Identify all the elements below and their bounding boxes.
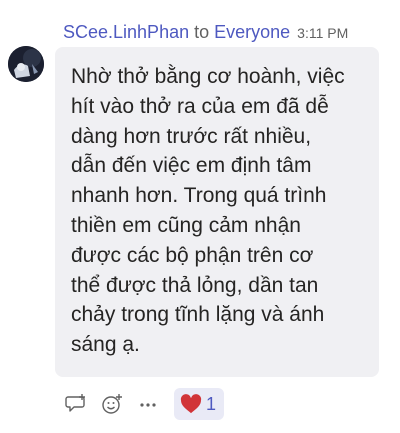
chat-message: SCee.LinhPhan to Everyone 3:11 PM Nhờ th… — [0, 0, 400, 433]
message-header: SCee.LinhPhan to Everyone 3:11 PM — [63, 22, 348, 44]
avatar-image — [8, 46, 44, 82]
reply-button[interactable] — [64, 392, 88, 416]
to-label: to — [194, 22, 210, 42]
message-timestamp: 3:11 PM — [297, 25, 349, 41]
sender-name[interactable]: SCee.LinhPhan — [63, 22, 189, 43]
message-actions: 1 — [64, 388, 225, 420]
more-options-icon — [140, 403, 156, 407]
reply-icon — [65, 394, 85, 412]
reaction-count: 1 — [206, 393, 217, 414]
message-text: Nhờ thở bằng cơ hoành, việc hít vào thở … — [71, 65, 345, 357]
heart-reaction[interactable]: 1 — [174, 388, 225, 420]
message-bubble[interactable]: Nhờ thở bằng cơ hoành, việc hít vào thở … — [55, 47, 379, 377]
more-options-button[interactable] — [136, 392, 160, 416]
recipient-name[interactable]: Everyone — [214, 22, 290, 43]
add-emoji-icon — [102, 394, 122, 414]
avatar[interactable] — [8, 46, 44, 82]
add-reaction-button[interactable] — [100, 392, 124, 416]
heart-icon — [180, 394, 202, 414]
